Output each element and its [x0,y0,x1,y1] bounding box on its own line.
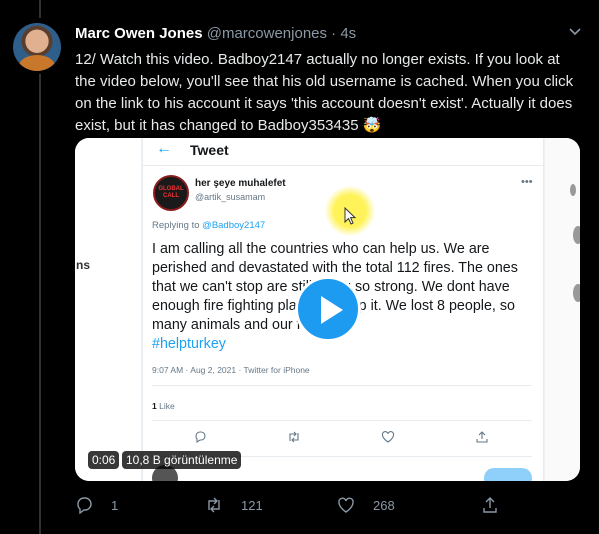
replying-to-handle: @Badboy2147 [202,220,266,231]
embedded-likes: 1 Like [152,401,175,411]
reply-icon [195,431,206,444]
like-count: 268 [373,497,395,513]
video-left-pane: ns [75,138,141,481]
reply-button[interactable]: 1 [75,494,118,516]
replying-to: Replying to @Badboy2147 [152,220,265,231]
heart-icon [381,431,395,443]
heart-icon [338,497,354,513]
video-view-count: 10,8 B görüntülenme [122,451,242,469]
reply-icon [77,497,92,514]
retweet-icon [208,497,220,513]
like-button[interactable]: 268 [337,494,395,516]
tweet-time[interactable]: 4s [340,25,356,42]
embedded-avatar-text: GLOBAL CALL [158,186,184,199]
video-left-label: ns [76,258,91,272]
video-player[interactable]: ns ← Tweet GLOBAL CALL her şeye muhalefe… [75,138,580,481]
share-button[interactable] [481,494,499,516]
right-pane-avatar [573,226,580,244]
retweet-count: 121 [241,497,263,513]
right-pane-mark [570,184,576,196]
tweet-text: 12/ Watch this video. Badboy2147 actuall… [75,51,574,134]
tweet-actions: 1 121 268 [75,494,580,516]
thread-line-top [39,0,41,18]
embedded-author-handle: @artik_susamam [195,192,266,202]
share-icon [483,497,497,513]
embedded-likes-count: 1 [152,401,157,411]
embedded-author-name: her şeye muhalefet [195,178,286,189]
divider [152,385,532,386]
thread-line [39,74,41,534]
retweet-icon [289,431,299,443]
right-pane-avatar [573,284,580,302]
more-icon: ••• [521,176,533,188]
embedded-likes-label: Like [159,401,175,411]
back-arrow-icon: ← [156,140,172,157]
reply-count: 1 [111,497,119,513]
play-button[interactable] [295,276,361,342]
author-handle[interactable]: @marcowenjones [207,25,327,42]
embedded-post-meta: 9:07 AM · Aug 2, 2021 · Twitter for iPho… [152,365,310,375]
mouse-cursor-icon [344,207,356,225]
play-icon [321,296,343,324]
screen-title: Tweet [190,142,229,158]
share-icon [476,431,488,443]
video-right-pane [545,138,580,481]
reply-button [484,468,532,481]
replying-to-label: Replying to [152,220,200,231]
divider [143,165,543,166]
video-duration: 0:06 [88,451,120,469]
embedded-avatar: GLOBAL CALL [153,175,189,211]
retweet-button[interactable]: 121 [205,494,263,516]
divider [152,420,532,421]
tweet-header: Marc Owen Jones @marcowenjones · 4s [75,25,356,42]
author-avatar[interactable] [13,23,61,71]
embedded-hashtag: #helpturkey [152,336,226,352]
separator-dot: · [331,25,337,42]
chevron-down-icon[interactable] [568,24,582,38]
author-name[interactable]: Marc Owen Jones [75,25,203,42]
